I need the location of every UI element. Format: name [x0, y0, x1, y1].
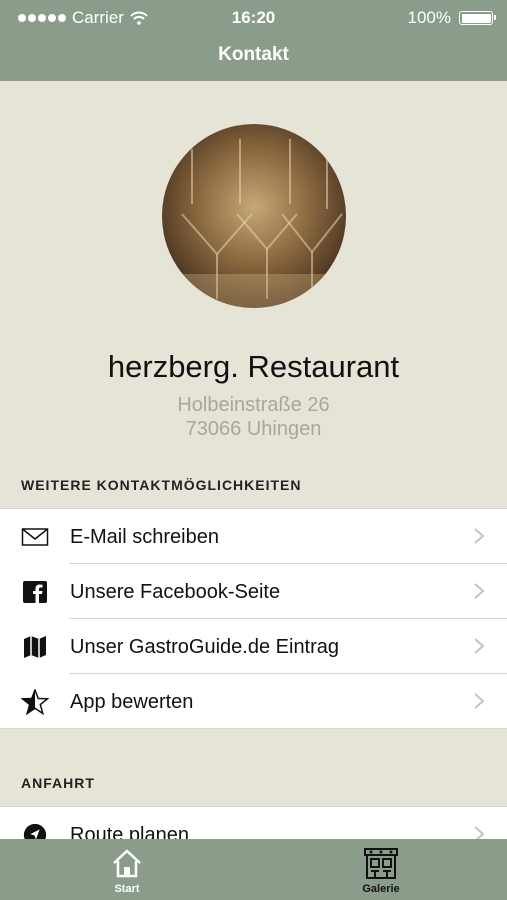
status-bar: Carrier 16:20 100%	[0, 8, 507, 30]
contact-list: E-Mail schreiben Unsere Facebook-Seite U…	[0, 508, 507, 729]
list-item-label: Unsere Facebook-Seite	[70, 581, 281, 603]
contact-section-title: WEITERE KONTAKTMÖGLICHKEITEN	[21, 477, 302, 493]
facebook-icon	[23, 581, 47, 603]
battery-label: 100%	[407, 8, 451, 27]
list-item-gastroguide[interactable]: Unser GastroGuide.de Eintrag	[0, 619, 507, 674]
wine-glasses-image	[162, 139, 346, 308]
battery-group: 100%	[407, 8, 496, 28]
star-icon	[21, 689, 49, 715]
list-item-rate-app[interactable]: App bewerten	[0, 674, 507, 729]
list-item-email[interactable]: E-Mail schreiben	[0, 509, 507, 564]
address-city: 73066 Uhingen	[185, 418, 322, 440]
list-item-label: Unser GastroGuide.de Eintrag	[70, 636, 340, 658]
directions-section-title: ANFAHRT	[21, 775, 95, 791]
directions-list: Route planen	[0, 806, 507, 839]
tab-galerie[interactable]: Galerie	[321, 839, 441, 900]
chevron-right-icon	[474, 528, 485, 544]
chevron-right-icon	[474, 638, 485, 654]
page-title: Kontakt	[218, 44, 289, 65]
home-icon	[113, 849, 141, 878]
restaurant-photo	[162, 124, 346, 308]
tab-bar: Start Galerie	[0, 839, 507, 900]
tab-start[interactable]: Start	[67, 839, 187, 900]
content-scroll[interactable]: herzberg. Restaurant Holbeinstraße 26 73…	[0, 81, 507, 839]
mail-icon	[21, 528, 49, 546]
list-item-label: Route planen	[70, 824, 189, 839]
battery-icon	[459, 11, 496, 25]
list-item-facebook[interactable]: Unsere Facebook-Seite	[0, 564, 507, 619]
gallery-icon	[364, 848, 398, 879]
tab-label: Start	[114, 883, 140, 895]
restaurant-name: herzberg. Restaurant	[107, 349, 400, 384]
chevron-right-icon	[474, 693, 485, 709]
navigation-icon	[23, 823, 47, 839]
list-item-label: E-Mail schreiben	[70, 526, 219, 548]
chevron-right-icon	[474, 826, 485, 839]
list-item-label: App bewerten	[70, 691, 194, 713]
address-street: Holbeinstraße 26	[177, 394, 330, 416]
tab-label: Galerie	[362, 883, 400, 895]
chevron-right-icon	[474, 583, 485, 599]
map-icon	[24, 636, 46, 658]
list-item-route[interactable]: Route planen	[0, 807, 507, 839]
navigation-header: Carrier 16:20 100% Kontakt	[0, 0, 507, 81]
